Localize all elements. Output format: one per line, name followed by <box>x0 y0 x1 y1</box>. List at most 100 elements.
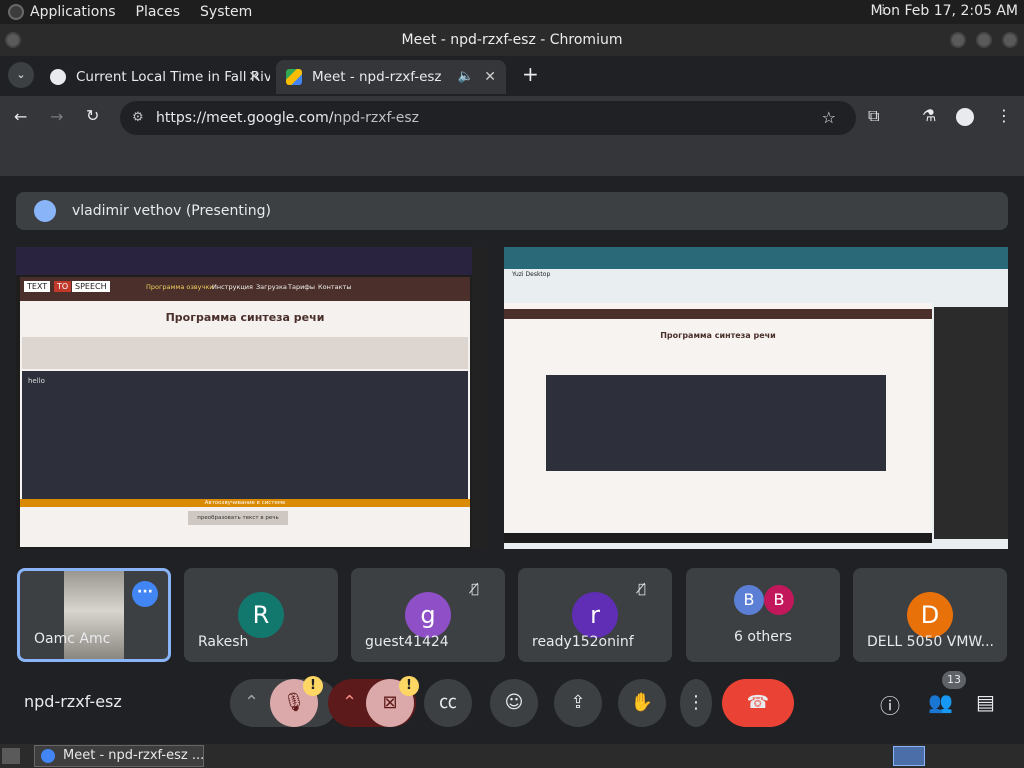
reactions-button[interactable]: ☺ <box>490 679 538 727</box>
participant-tile-dell[interactable]: D DELL 5050 VMW... <box>853 568 1007 662</box>
audio-playing-icon[interactable]: 🔈 <box>458 60 474 94</box>
reload-icon[interactable]: ↻ <box>86 106 99 125</box>
remote-site-heading: Программа синтеза речи <box>660 331 776 340</box>
mic-muted-icon: 🎙̸ <box>471 582 479 597</box>
brand-speech: SPEECH <box>72 281 110 292</box>
people-icon[interactable]: 👥 <box>928 690 953 714</box>
participant-name: Oamc Amc <box>34 631 111 647</box>
tab-title: Meet - npd-rzxf-esz <box>312 69 442 85</box>
captions-icon: ㏄ <box>439 692 457 713</box>
brand-to: TO <box>54 281 72 292</box>
show-desktop-icon[interactable] <box>2 748 20 764</box>
profile-avatar-icon[interactable] <box>956 108 974 126</box>
editor-text: hello <box>28 377 45 385</box>
remote-web-page: Программа синтеза речи <box>504 303 932 533</box>
window-titlebar[interactable]: Meet - npd-rzxf-esz - Chromium <box>0 24 1024 56</box>
shared-screen-left[interactable]: TEXT TO SPEECH Программа озвучки Инструк… <box>16 247 487 549</box>
clock[interactable]: Mon Feb 17, 2:05 AM <box>871 3 1018 19</box>
extensions-icon[interactable]: ⧉ <box>868 106 879 126</box>
site-nav-item: Тарифы <box>288 283 315 291</box>
site-heading: Программа синтеза речи <box>165 311 325 324</box>
camera-warning-icon: ! <box>399 676 419 696</box>
mic-warning-icon: ! <box>303 676 323 696</box>
remote-taskbar <box>504 533 932 543</box>
tab-local-time[interactable]: Current Local Time in Fall Riv ✕ <box>40 60 270 94</box>
people-count-badge: 13 <box>942 671 966 689</box>
avatar: B <box>734 585 764 615</box>
presentation-banner: vladimir vethov (Presenting) <box>16 192 1008 230</box>
system-top-panel: Applications Places System ⁞ Mon Feb 17,… <box>0 0 1024 24</box>
back-arrow-icon[interactable]: ← <box>14 107 27 126</box>
applications-menu[interactable]: Applications <box>8 4 116 20</box>
participant-tile-ready152oninf[interactable]: 🎙̸ r ready152oninf <box>518 568 672 662</box>
remote-site-header <box>504 309 932 319</box>
hang-up-icon: ☎ <box>746 692 770 713</box>
more-vert-icon: ⋮ <box>687 692 705 713</box>
tab-meet[interactable]: Meet - npd-rzxf-esz 🔈 ✕ <box>276 60 506 94</box>
site-info-icon[interactable]: ⚙ <box>132 101 144 135</box>
remote-window-label: Yuzi Desktop <box>512 271 551 278</box>
participant-name: Rakesh <box>198 634 249 650</box>
window-title: Meet - npd-rzxf-esz - Chromium <box>401 32 623 48</box>
shared-browser-chrome <box>16 247 487 275</box>
browser-menu-icon[interactable]: ⋮ <box>996 106 1012 125</box>
raise-hand-button[interactable]: ✋ <box>618 679 666 727</box>
forward-arrow-icon[interactable]: → <box>50 107 63 126</box>
close-tab-icon[interactable]: ✕ <box>248 60 260 94</box>
shared-sidebar <box>472 247 487 549</box>
leave-call-button[interactable]: ☎ <box>722 679 794 727</box>
site-header: TEXT TO SPEECH Программа озвучки Инструк… <box>20 277 470 301</box>
bookmark-star-icon[interactable]: ☆ <box>822 101 836 135</box>
avatar: g <box>405 592 451 638</box>
brand-text: TEXT <box>24 281 51 292</box>
taskbar-item-meet[interactable]: Meet - npd-rzxf-esz ... <box>34 745 204 767</box>
meeting-info-icon[interactable]: ⓘ <box>880 690 900 719</box>
participant-tile-self[interactable]: ··· Oamc Amc <box>17 568 171 662</box>
mic-muted-icon: 🎙̸ <box>638 582 646 597</box>
more-options-icon[interactable]: ··· <box>132 581 158 607</box>
maximize-window-button[interactable] <box>976 32 992 48</box>
labs-flask-icon[interactable]: ⚗ <box>922 106 936 125</box>
tab-strip: ⌄ Current Local Time in Fall Riv ✕ Meet … <box>0 56 1024 96</box>
shared-web-page: TEXT TO SPEECH Программа озвучки Инструк… <box>20 277 470 547</box>
presenter-label: vladimir vethov (Presenting) <box>72 203 271 219</box>
remote-desktop-header <box>504 247 1008 269</box>
address-bar[interactable]: ⚙ https://meet.google.com/npd-rzxf-esz ☆ <box>120 101 856 135</box>
close-tab-icon[interactable]: ✕ <box>484 60 496 94</box>
tab-title: Current Local Time in Fall Riv <box>76 69 270 85</box>
participant-tile-rakesh[interactable]: R Rakesh <box>184 568 338 662</box>
chromium-icon <box>41 749 55 763</box>
participant-name: guest41424 <box>365 634 449 650</box>
captions-button[interactable]: ㏄ <box>424 679 472 727</box>
url-path: npd-rzxf-esz <box>333 110 420 126</box>
workspace-switcher[interactable] <box>893 746 925 766</box>
hand-icon: ✋ <box>630 692 654 713</box>
shared-screen-right[interactable]: Yuzi Desktop Программа синтеза речи <box>504 247 1008 549</box>
emoji-icon: ☺ <box>504 692 524 713</box>
chevron-up-icon[interactable]: ⌃ <box>244 679 259 727</box>
window-menu-icon[interactable] <box>5 32 21 48</box>
places-menu[interactable]: Places <box>136 4 181 20</box>
present-now-button[interactable]: ⇪ <box>554 679 602 727</box>
site-nav-item: Программа озвучки <box>146 283 214 291</box>
site-nav-item: Инструкция <box>212 283 253 291</box>
site-nav-item: Контакты <box>318 283 352 291</box>
close-window-button[interactable] <box>1002 32 1018 48</box>
remote-meet-sidebar <box>934 307 1008 539</box>
voice-settings-row <box>22 337 468 369</box>
participant-tile-others[interactable]: B B 6 others <box>686 568 840 662</box>
more-options-button[interactable]: ⋮ <box>680 679 712 727</box>
new-tab-icon[interactable]: + <box>522 62 539 86</box>
system-taskbar: Meet - npd-rzxf-esz ... <box>0 744 1024 768</box>
avatar: D <box>907 592 953 638</box>
system-menu[interactable]: System <box>200 4 252 20</box>
chat-icon[interactable]: ▤ <box>976 690 995 714</box>
meeting-code: npd-rzxf-esz <box>24 692 122 711</box>
chevron-up-icon[interactable]: ⌃ <box>342 679 357 727</box>
minimize-window-button[interactable] <box>950 32 966 48</box>
convert-button: преобразовать текст в речь <box>188 511 288 525</box>
taskbar-item-label: Meet - npd-rzxf-esz ... <box>63 748 204 763</box>
tab-search-button[interactable]: ⌄ <box>8 62 34 88</box>
status-strip: Автоозвучивание в системе <box>20 499 470 507</box>
participant-tile-guest41424[interactable]: 🎙̸ g guest41424 <box>351 568 505 662</box>
